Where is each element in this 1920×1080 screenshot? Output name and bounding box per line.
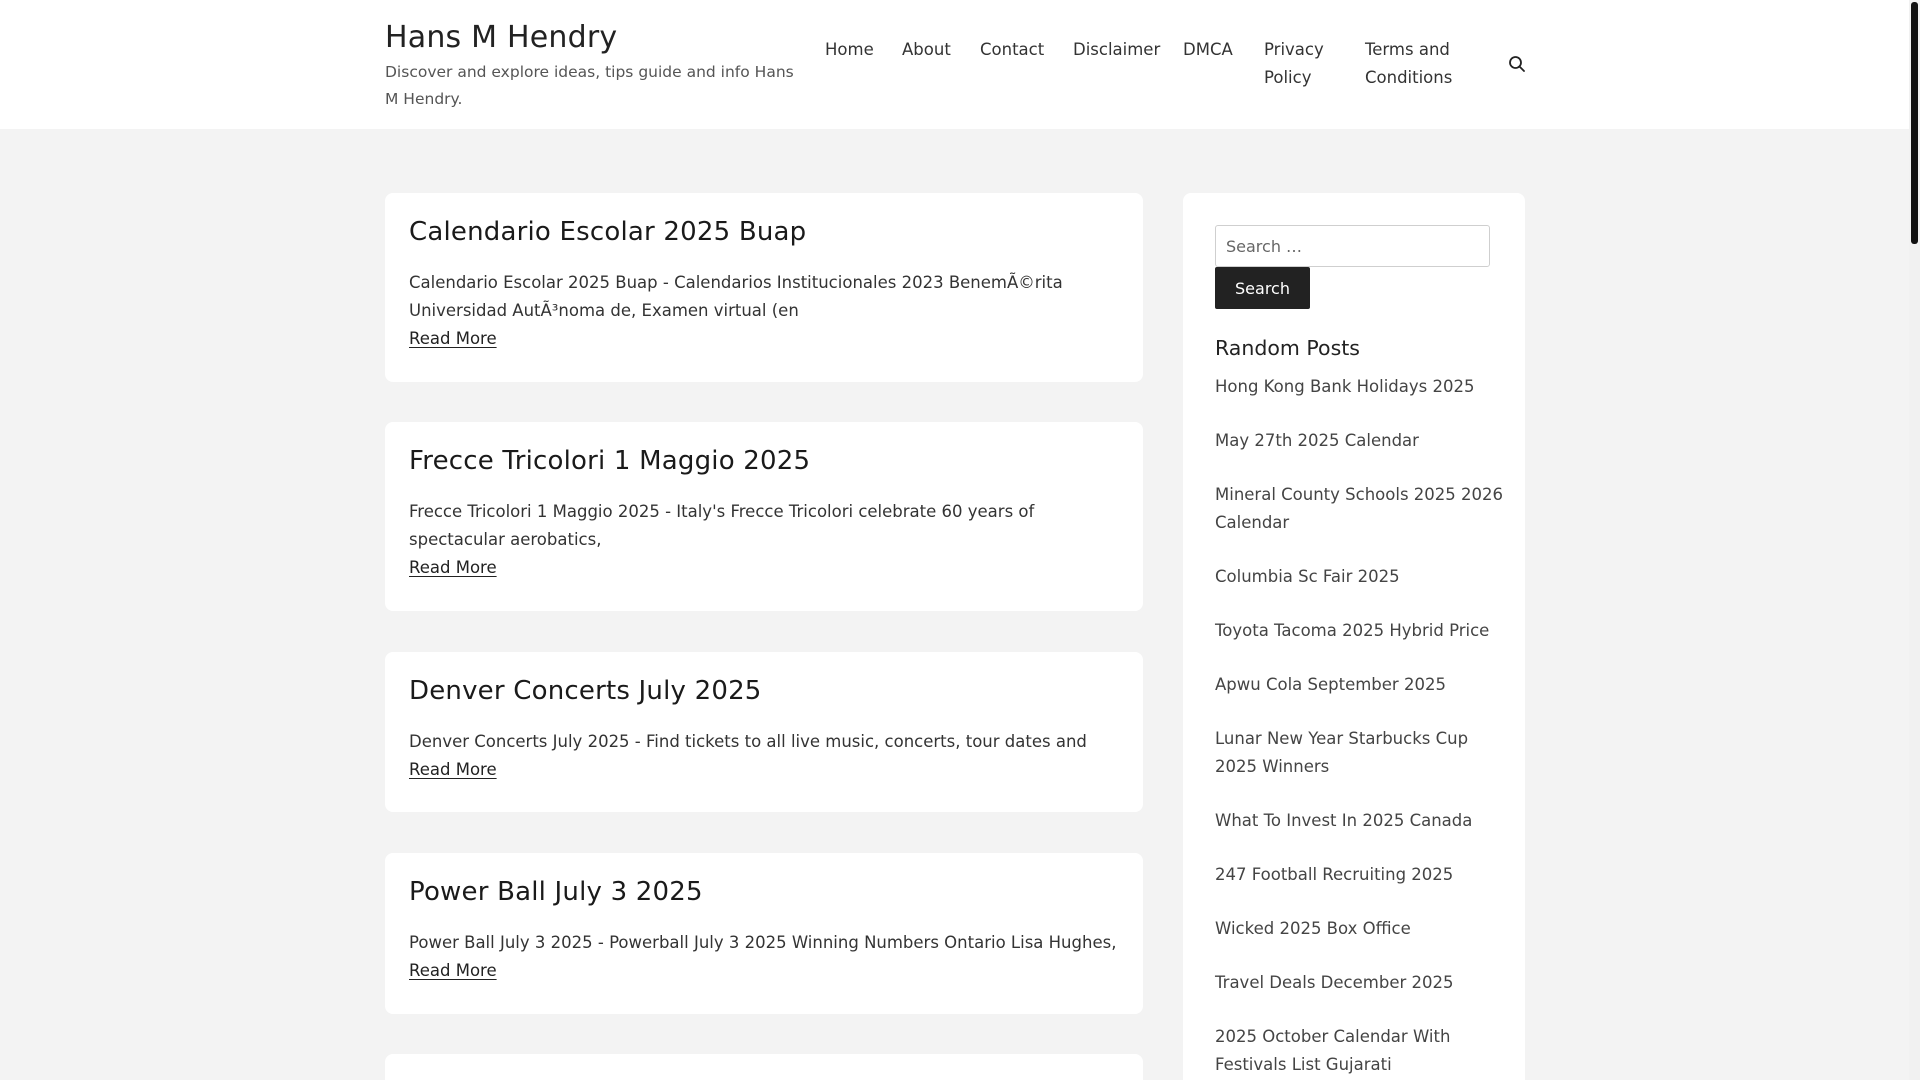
random-post-link[interactable]: Toyota Tacoma 2025 Hybrid Price <box>1215 617 1505 645</box>
post-card: Denver Concerts July 2025 Denver Concert… <box>385 652 1143 812</box>
post-excerpt: Power Ball July 3 2025 - Powerball July … <box>409 933 1117 952</box>
nav-dmca[interactable]: DMCA <box>1183 36 1233 64</box>
random-post-link[interactable]: What To Invest In 2025 Canada <box>1215 807 1505 835</box>
sidebar: Search Random Posts Hong Kong Bank Holid… <box>1183 193 1525 1080</box>
read-more-link[interactable]: Read More <box>409 756 497 784</box>
nav-privacy-policy[interactable]: Privacy Policy <box>1264 36 1344 92</box>
post-title[interactable]: Calendario Escolar 2025 Buap <box>409 215 1119 249</box>
search-icon[interactable] <box>1508 55 1526 73</box>
random-post-link[interactable]: 2025 October Calendar With Festivals Lis… <box>1215 1023 1505 1079</box>
random-post-link[interactable]: Travel Deals December 2025 <box>1215 969 1505 997</box>
post-excerpt: Denver Concerts July 2025 - Find tickets… <box>409 732 1087 751</box>
post-excerpt: Frecce Tricolori 1 Maggio 2025 - Italy's… <box>409 502 1035 549</box>
random-post-link[interactable]: 247 Football Recruiting 2025 <box>1215 861 1505 889</box>
nav-terms-and-conditions[interactable]: Terms and Conditions <box>1365 36 1475 92</box>
nav-disclaimer[interactable]: Disclaimer <box>1073 36 1160 64</box>
nav-home[interactable]: Home <box>825 36 874 64</box>
random-post-link[interactable]: Columbia Sc Fair 2025 <box>1215 563 1505 591</box>
post-excerpt: Calendario Escolar 2025 Buap - Calendari… <box>409 273 1063 320</box>
search-button[interactable]: Search <box>1215 267 1310 309</box>
random-posts-list: Hong Kong Bank Holidays 2025 May 27th 20… <box>1215 373 1505 1080</box>
site-description: Discover and explore ideas, tips guide a… <box>385 63 794 108</box>
nav-contact[interactable]: Contact <box>980 36 1044 64</box>
post-card: Calendario Escolar 2025 Buap Calendario … <box>385 193 1143 382</box>
post-card: Frecce Tricolori 1 Maggio 2025 Frecce Tr… <box>385 422 1143 611</box>
post-card <box>385 1054 1143 1080</box>
read-more-link[interactable]: Read More <box>409 325 497 353</box>
random-post-link[interactable]: Lunar New Year Starbucks Cup 2025 Winner… <box>1215 725 1505 781</box>
random-post-link[interactable]: Apwu Cola September 2025 <box>1215 671 1505 699</box>
site-title[interactable]: Hans M Hendry <box>385 20 617 55</box>
post-title[interactable]: Frecce Tricolori 1 Maggio 2025 <box>409 444 1119 478</box>
post-title[interactable]: Power Ball July 3 2025 <box>409 875 1119 909</box>
post-card: Power Ball July 3 2025 Power Ball July 3… <box>385 853 1143 1014</box>
nav-about[interactable]: About <box>902 36 951 64</box>
random-post-link[interactable]: Wicked 2025 Box Office <box>1215 915 1505 943</box>
read-more-link[interactable]: Read More <box>409 957 497 985</box>
random-post-link[interactable]: Mineral County Schools 2025 2026 Calenda… <box>1215 481 1505 537</box>
scrollbar-thumb[interactable] <box>1911 2 1918 244</box>
post-title[interactable]: Denver Concerts July 2025 <box>409 674 1119 708</box>
site-branding: Hans M Hendry Discover and explore ideas… <box>385 18 795 113</box>
site-header: Hans M Hendry Discover and explore ideas… <box>0 0 1909 129</box>
widget-title: Random Posts <box>1215 336 1360 360</box>
random-post-link[interactable]: Hong Kong Bank Holidays 2025 <box>1215 373 1505 401</box>
random-post-link[interactable]: May 27th 2025 Calendar <box>1215 427 1505 455</box>
search-input[interactable] <box>1215 225 1490 267</box>
read-more-link[interactable]: Read More <box>409 554 497 582</box>
